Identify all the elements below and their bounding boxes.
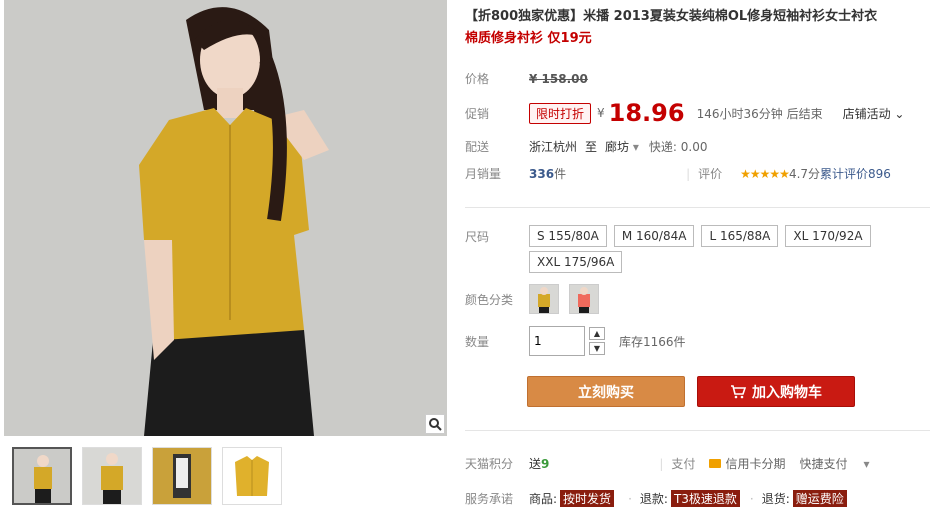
points-value: 9 bbox=[541, 456, 550, 471]
sale-price: 18.96 bbox=[608, 99, 685, 127]
review-count-link[interactable]: 累计评价896 bbox=[820, 165, 891, 182]
thumbnail-strip bbox=[12, 447, 282, 505]
rating-stars: ★★★★★ bbox=[740, 166, 790, 181]
size-option-xxl[interactable]: XXL 175/96A bbox=[529, 251, 623, 273]
ship-from: 浙江杭州 bbox=[529, 140, 578, 154]
thumbnail-4[interactable] bbox=[222, 447, 282, 505]
express-fee: 快递: 0.00 bbox=[648, 140, 708, 154]
thumbnail-2[interactable] bbox=[82, 447, 142, 505]
store-activity-label: 店铺活动 bbox=[842, 106, 891, 121]
size-row: 尺码 S 155/80A M 160/84A L 165/88A XL 170/… bbox=[465, 225, 878, 247]
main-product-photo[interactable] bbox=[4, 0, 447, 436]
quick-pay: 快捷支付 bbox=[799, 457, 848, 471]
credit-card-icon bbox=[709, 459, 722, 468]
zoom-button[interactable] bbox=[425, 414, 445, 434]
sales-row: 月销量 336 件 | 评价 ★★★★★ 4.7分 累计评价896 bbox=[465, 165, 891, 182]
thumbnail-1[interactable] bbox=[12, 447, 72, 505]
add-to-cart-button[interactable]: 加入购物车 bbox=[697, 376, 855, 407]
product-subtitle: 棉质修身衬衫 仅19元 bbox=[465, 31, 592, 46]
rating-label: 评价 bbox=[698, 167, 723, 181]
service-refund-tag: T3极速退款 bbox=[670, 490, 740, 507]
promo-label: 促销 bbox=[465, 106, 490, 121]
quantity-label: 数量 bbox=[465, 334, 490, 349]
points-label: 天猫积分 bbox=[465, 457, 514, 471]
quantity-input[interactable] bbox=[529, 326, 585, 356]
color-label: 颜色分类 bbox=[465, 292, 514, 307]
rating-score: 4.7分 bbox=[788, 167, 821, 181]
dot-separator: · bbox=[749, 491, 754, 506]
currency-symbol: ¥ bbox=[597, 106, 605, 120]
thumbnail-3[interactable] bbox=[152, 447, 212, 505]
promo-row: 促销 限时打折 ¥ 18.96 146小时36分钟 后结束 店铺活动 ⌄ bbox=[465, 99, 904, 127]
payment-label: 支付 bbox=[671, 457, 696, 471]
service-row: 服务承诺 商品: 按时发货 · 退款: T3极速退款 · 退货: 赠运费险 bbox=[465, 490, 847, 507]
model-photo-illustration bbox=[4, 0, 447, 436]
product-title-line1: 【折800独家优惠】米播 2013夏装女装纯棉OL修身短袖衬衫女士衬衣 bbox=[465, 9, 878, 24]
divider-line bbox=[465, 207, 930, 208]
points-prefix: 送 bbox=[529, 457, 542, 471]
add-to-cart-label: 加入购物车 bbox=[752, 384, 822, 401]
product-gallery bbox=[4, 0, 447, 510]
magnifier-icon bbox=[429, 418, 442, 431]
monthly-sales-unit: 件 bbox=[554, 167, 567, 181]
dot-separator: · bbox=[628, 491, 632, 506]
size-option-xl[interactable]: XL 170/92A bbox=[785, 225, 871, 247]
price-row: 价格 ¥ 158.00 bbox=[465, 70, 588, 87]
service-label: 服务承诺 bbox=[465, 492, 514, 506]
service-goods: 商品: bbox=[529, 492, 558, 506]
service-goods-tag: 按时发货 bbox=[560, 490, 615, 507]
original-price: ¥ 158.00 bbox=[529, 71, 588, 86]
size-option-s[interactable]: S 155/80A bbox=[529, 225, 607, 247]
buy-now-label: 立刻购买 bbox=[578, 384, 634, 401]
product-info-panel: 【折800独家优惠】米播 2013夏装女装纯棉OL修身短袖衬衫女士衬衣 棉质修身… bbox=[465, 0, 930, 510]
divider-line-2 bbox=[465, 430, 930, 431]
quantity-row: 数量 ▲ ▼ 库存1166件 bbox=[465, 326, 686, 356]
caret-down-icon[interactable]: ▾ bbox=[863, 457, 869, 471]
color-swatch-yellow[interactable] bbox=[529, 284, 559, 314]
service-refund: 退款: bbox=[639, 492, 668, 506]
cart-icon bbox=[731, 384, 746, 398]
points-row: 天猫积分 送 9 | 支付 信用卡分期 快捷支付 ▾ bbox=[465, 455, 870, 472]
quantity-stepper: ▲ ▼ bbox=[589, 327, 605, 355]
shipping-row: 配送 浙江杭州 至 廊坊 ▾ 快递: 0.00 bbox=[465, 138, 707, 155]
quantity-increase-button[interactable]: ▲ bbox=[589, 327, 605, 340]
shipping-label: 配送 bbox=[465, 140, 490, 154]
countdown: 146小时36分钟 后结束 bbox=[696, 106, 823, 121]
product-title: 【折800独家优惠】米播 2013夏装女装纯棉OL修身短袖衬衫女士衬衣 棉质修身… bbox=[465, 6, 925, 50]
monthly-sales-label: 月销量 bbox=[465, 167, 502, 181]
monthly-sales-count: 336 bbox=[529, 166, 555, 181]
caret-down-icon: ▾ bbox=[632, 140, 639, 154]
size-row-2: XXL 175/96A bbox=[529, 251, 629, 273]
size-option-l[interactable]: L 165/88A bbox=[701, 225, 779, 247]
color-swatch-coral[interactable] bbox=[569, 284, 599, 314]
ship-to-dropdown[interactable]: 廊坊 ▾ bbox=[605, 138, 639, 155]
ship-to-city: 廊坊 bbox=[605, 140, 630, 154]
credit-installment: 信用卡分期 bbox=[725, 457, 786, 471]
store-activity-dropdown[interactable]: 店铺活动 ⌄ bbox=[843, 105, 905, 122]
divider: | bbox=[659, 456, 664, 471]
chevron-down-icon: ⌄ bbox=[894, 106, 905, 121]
divider: | bbox=[686, 166, 691, 181]
price-label: 价格 bbox=[465, 72, 490, 86]
buy-now-button[interactable]: 立刻购买 bbox=[527, 376, 685, 407]
quantity-decrease-button[interactable]: ▼ bbox=[589, 342, 605, 355]
size-option-m[interactable]: M 160/84A bbox=[613, 225, 695, 247]
size-label: 尺码 bbox=[465, 229, 490, 244]
service-return: 退货: bbox=[761, 492, 790, 506]
ship-to-word: 至 bbox=[585, 140, 598, 154]
promo-tag: 限时打折 bbox=[529, 102, 592, 124]
service-return-tag: 赠运费险 bbox=[792, 490, 847, 507]
color-row: 颜色分类 bbox=[465, 284, 609, 314]
stock-count: 库存1166件 bbox=[619, 334, 686, 349]
